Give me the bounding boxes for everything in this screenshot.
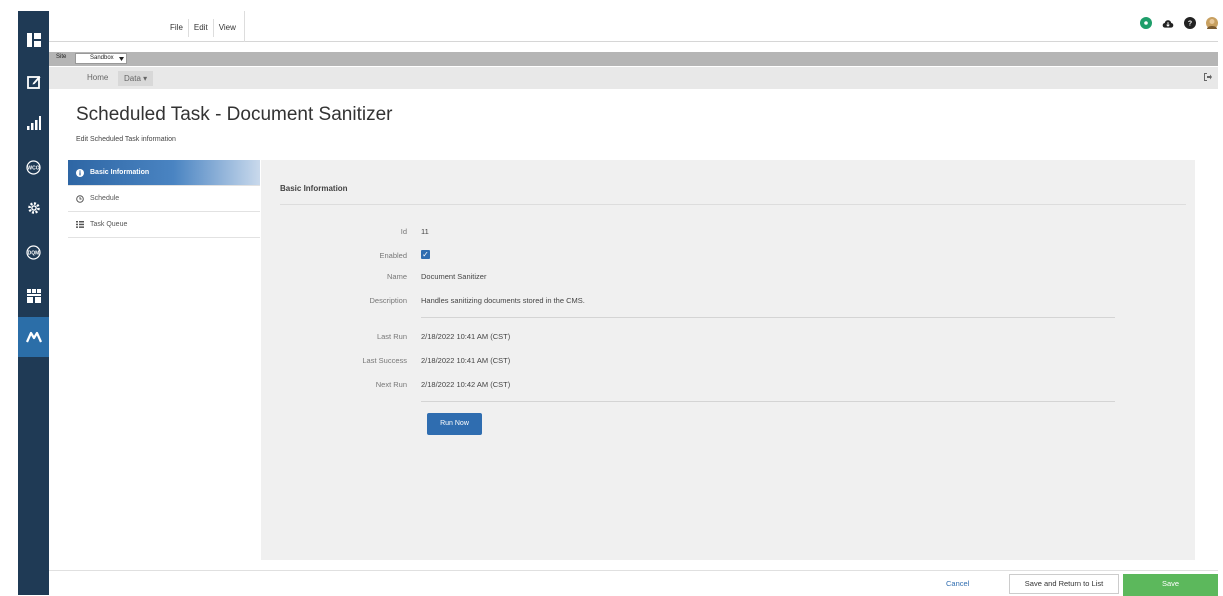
save-button[interactable]: Save bbox=[1123, 574, 1218, 596]
info-icon bbox=[76, 168, 84, 177]
grid-icon[interactable] bbox=[18, 276, 49, 316]
site-label: Site bbox=[56, 54, 67, 60]
gear-icon[interactable] bbox=[18, 188, 49, 228]
field-value: 11 bbox=[421, 227, 429, 236]
field-label: Id bbox=[400, 227, 407, 236]
wco-icon[interactable]: WCO bbox=[18, 147, 49, 187]
breadcrumb: Home Data ▾ bbox=[49, 67, 1218, 89]
side-nav: WCO DQM bbox=[18, 11, 49, 595]
enabled-checkbox[interactable]: ✓ bbox=[421, 250, 430, 259]
tab-basic-information[interactable]: Basic Information bbox=[68, 160, 260, 186]
menu-edit[interactable]: Edit bbox=[189, 19, 214, 37]
sign-out-icon[interactable] bbox=[1203, 73, 1212, 83]
field-label: Description bbox=[369, 296, 407, 305]
svg-text:?: ? bbox=[1188, 21, 1192, 27]
badge-icon[interactable] bbox=[1140, 17, 1152, 29]
field-value: 2/18/2022 10:42 AM (CST) bbox=[421, 380, 511, 389]
top-icons: ? bbox=[1140, 17, 1218, 29]
content-area: Basic Information Schedule Task Queue Ba… bbox=[68, 160, 1208, 560]
avatar[interactable] bbox=[1206, 17, 1218, 29]
dqm-icon[interactable]: DQM bbox=[18, 232, 49, 272]
integration-icon[interactable] bbox=[18, 317, 49, 357]
menu-view[interactable]: View bbox=[214, 19, 241, 37]
footer-actions: Cancel Save and Return to List Save bbox=[49, 570, 1218, 596]
cancel-button[interactable]: Cancel bbox=[946, 579, 969, 588]
menu-file[interactable]: File bbox=[165, 19, 189, 37]
queue-icon bbox=[76, 221, 84, 228]
tab-label: Schedule bbox=[90, 194, 120, 202]
field-label: Last Run bbox=[376, 332, 407, 341]
run-now-button[interactable]: Run Now bbox=[427, 413, 482, 435]
cloud-download-icon[interactable] bbox=[1162, 17, 1174, 29]
app-frame: WCO DQM File Edit View ? Site Sandbox Ho… bbox=[0, 0, 1223, 596]
section-tabs: Basic Information Schedule Task Queue bbox=[68, 160, 260, 238]
page-title: Scheduled Task - Document Sanitizer bbox=[76, 104, 393, 125]
svg-text:WCO: WCO bbox=[27, 165, 39, 171]
field-label: Enabled bbox=[379, 251, 407, 260]
field-value: 2/18/2022 10:41 AM (CST) bbox=[421, 356, 511, 365]
site-select-value: Sandbox bbox=[90, 55, 114, 61]
field-label: Name bbox=[386, 272, 407, 281]
divider bbox=[280, 204, 1186, 205]
field-value: Document Sanitizer bbox=[421, 272, 487, 281]
breadcrumb-home[interactable]: Home bbox=[87, 73, 108, 82]
field-value: 2/18/2022 10:41 AM (CST) bbox=[421, 332, 511, 341]
clock-icon bbox=[76, 194, 84, 203]
help-icon[interactable]: ? bbox=[1184, 17, 1196, 29]
divider bbox=[421, 401, 1115, 402]
panel-heading: Basic Information bbox=[280, 184, 348, 193]
site-select[interactable]: Sandbox bbox=[75, 53, 127, 64]
menu-divider bbox=[244, 11, 245, 42]
site-bar: Site Sandbox bbox=[49, 52, 1218, 66]
basic-information-panel: Basic Information Id 11 Enabled ✓ Name D… bbox=[261, 160, 1195, 560]
bar-chart-icon[interactable] bbox=[18, 103, 49, 143]
breadcrumb-data-menu[interactable]: Data ▾ bbox=[118, 71, 154, 86]
dashboard-icon[interactable] bbox=[18, 20, 49, 60]
save-and-return-button[interactable]: Save and Return to List bbox=[1009, 574, 1119, 594]
tab-label: Basic Information bbox=[90, 168, 150, 176]
menu-group: File Edit View bbox=[165, 19, 241, 37]
field-value: Handles sanitizing documents stored in t… bbox=[421, 296, 585, 305]
divider bbox=[421, 317, 1115, 318]
tab-schedule[interactable]: Schedule bbox=[68, 186, 260, 212]
tab-label: Task Queue bbox=[90, 220, 128, 228]
tab-task-queue[interactable]: Task Queue bbox=[68, 212, 260, 238]
menu-bar: File Edit View ? bbox=[49, 11, 1218, 42]
edit-icon[interactable] bbox=[18, 62, 49, 102]
chevron-down-icon bbox=[119, 57, 124, 61]
page-subtitle: Edit Scheduled Task information bbox=[76, 136, 176, 143]
field-label: Next Run bbox=[375, 380, 407, 389]
field-label: Last Success bbox=[362, 356, 407, 365]
svg-text:DQM: DQM bbox=[28, 250, 40, 256]
